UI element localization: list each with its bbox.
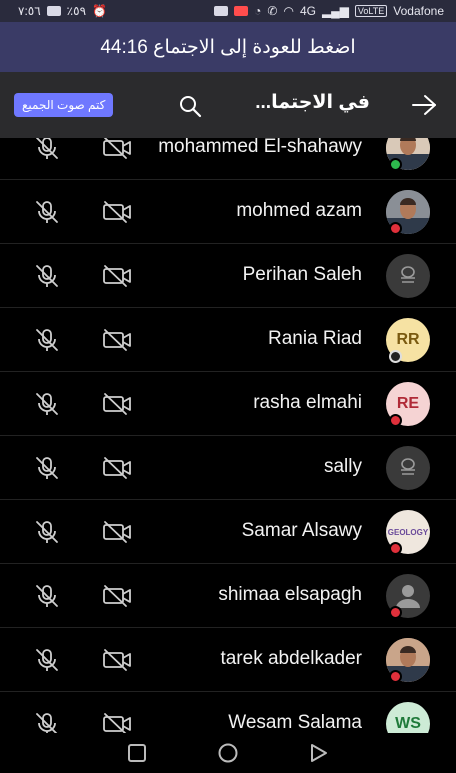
page-title: في الاجتما...: [255, 92, 370, 113]
wifi-icon: ◠: [283, 4, 294, 18]
presence-busy-icon: [389, 222, 402, 235]
phone-icon: ✆: [267, 4, 278, 18]
status-bar-right: ◔ ✆ ◠ 4G ▂▄▆ VoLTE Vodafone: [214, 4, 444, 18]
camera-off-icon: [101, 392, 133, 416]
participant-row[interactable]: Wesam Salama WS: [0, 692, 456, 733]
mic-off-icon: [34, 138, 60, 161]
participant-row[interactable]: Samar Alsawy GEOLOGY: [0, 500, 456, 564]
battery-icon: [46, 6, 61, 16]
camera-off-icon: [101, 712, 133, 733]
notification-icon: [234, 6, 249, 16]
alarm-icon: ⏰: [92, 4, 107, 18]
mic-off-icon: [34, 647, 60, 673]
whatsapp-icon: ◔: [254, 4, 262, 18]
mic-off-icon: [34, 583, 60, 609]
message-icon: [214, 6, 229, 16]
participant-row[interactable]: mohmed azam: [0, 180, 456, 244]
mic-off-icon: [34, 711, 60, 733]
mic-off-icon: [34, 327, 60, 353]
home-button[interactable]: [217, 742, 239, 764]
camera-off-icon: [101, 200, 133, 224]
participant-name: tarek abdelkader: [220, 648, 362, 669]
participant-name: Perihan Saleh: [242, 264, 362, 285]
presence-busy-icon: [389, 542, 402, 555]
mic-off-icon: [34, 199, 60, 225]
participant-list[interactable]: mohammed El-shahawy mohmed azam Perihan Sa…: [0, 138, 456, 733]
camera-off-icon: [101, 648, 133, 672]
volte-badge: VoLTE: [354, 5, 388, 17]
signal-icon: ▂▄▆: [321, 4, 349, 18]
participant-name: Wesam Salama: [228, 712, 362, 733]
participant-name: Rania Riad: [268, 328, 362, 349]
participant-row[interactable]: shimaa elsapagh: [0, 564, 456, 628]
camera-off-icon: [101, 520, 133, 544]
participant-name: shimaa elsapagh: [218, 584, 362, 605]
participant-name: rasha elmahi: [253, 392, 362, 413]
search-icon[interactable]: [177, 93, 203, 119]
presence-busy-icon: [389, 414, 402, 427]
participant-name: Samar Alsawy: [241, 520, 362, 541]
status-bar: ٧:٥٦ ٪٥٩ ⏰ ◔ ✆ ◠ 4G ▂▄▆ VoLTE Vodafone: [0, 0, 456, 22]
clock: ٧:٥٦: [18, 4, 41, 18]
presence-away-icon: [389, 350, 402, 363]
camera-off-icon: [101, 456, 133, 480]
mic-off-icon: [34, 391, 60, 417]
back-button[interactable]: [309, 743, 329, 763]
presence-busy-icon: [389, 606, 402, 619]
camera-off-icon: [101, 138, 133, 160]
battery-level: ٪٥٩: [66, 4, 87, 18]
avatar: WS: [386, 702, 430, 733]
camera-off-icon: [101, 584, 133, 608]
participant-row[interactable]: mohammed El-shahawy: [0, 138, 456, 180]
participant-row[interactable]: Rania Riad RR: [0, 308, 456, 372]
carrier-name: Vodafone: [393, 4, 444, 18]
participant-row[interactable]: tarek abdelkader: [0, 628, 456, 692]
camera-off-icon: [101, 328, 133, 352]
mic-off-icon: [34, 455, 60, 481]
participant-row[interactable]: Perihan Saleh: [0, 244, 456, 308]
arrow-right-icon[interactable]: [410, 92, 438, 118]
participant-row[interactable]: rasha elmahi RE: [0, 372, 456, 436]
avatar: [386, 254, 430, 298]
participant-name: mohmed azam: [236, 200, 362, 221]
network-type: 4G: [299, 4, 316, 18]
recents-button[interactable]: [127, 743, 147, 763]
return-to-meeting-banner[interactable]: اضغط للعودة إلى الاجتماع 44:16: [0, 22, 456, 72]
participants-header: كتم صوت الجميع في الاجتما...: [0, 72, 456, 138]
participant-row[interactable]: sally: [0, 436, 456, 500]
presence-busy-icon: [389, 670, 402, 683]
mic-off-icon: [34, 263, 60, 289]
system-nav-bar: [0, 733, 456, 773]
mute-all-button[interactable]: كتم صوت الجميع: [14, 93, 114, 117]
presence-online-icon: [389, 158, 402, 171]
status-bar-left: ٧:٥٦ ٪٥٩ ⏰: [18, 4, 107, 18]
return-to-meeting-text: اضغط للعودة إلى الاجتماع 44:16: [100, 36, 356, 58]
participant-name: sally: [323, 456, 362, 477]
mic-off-icon: [34, 519, 60, 545]
camera-off-icon: [101, 264, 133, 288]
avatar: [386, 446, 430, 490]
participant-name: mohammed El-shahawy: [158, 138, 362, 157]
